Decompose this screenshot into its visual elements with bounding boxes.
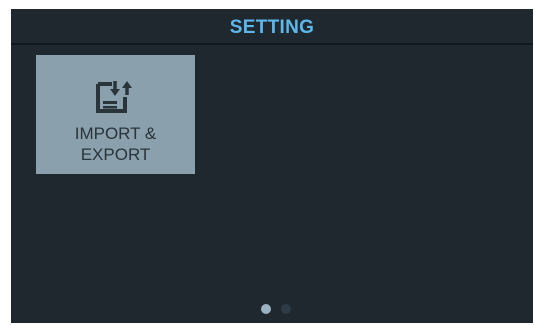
- tile-label-line2: EXPORT: [80, 145, 151, 164]
- tile-label-line1: IMPORT &: [74, 124, 157, 143]
- page-dot-1[interactable]: [261, 304, 271, 314]
- tile-label: IMPORT & EXPORT: [36, 123, 195, 165]
- page-dot-2[interactable]: [281, 304, 291, 314]
- import-export-icon: [96, 81, 132, 113]
- import-export-tile[interactable]: IMPORT & EXPORT: [36, 55, 195, 174]
- page-indicator: [261, 304, 291, 314]
- page-title: SETTING: [229, 17, 315, 38]
- header-divider: [11, 43, 533, 45]
- settings-screen: SETTING IMPORT & EXPORT: [11, 9, 533, 323]
